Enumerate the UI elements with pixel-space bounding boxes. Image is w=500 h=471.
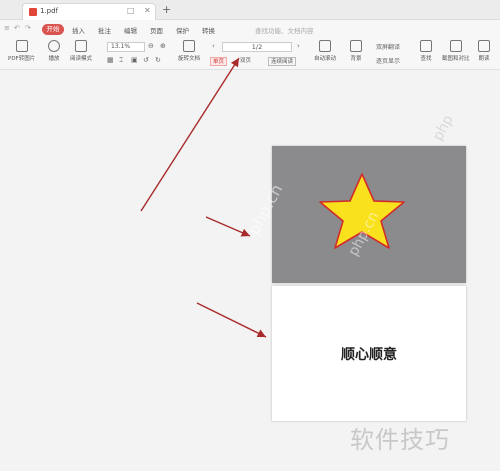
arrow-to-single-page — [140, 57, 240, 212]
arrow-to-page-2 — [196, 302, 267, 338]
annotation-arrows — [140, 57, 267, 338]
arrow-to-page-1 — [205, 216, 251, 237]
brand-watermark: 软件技巧 — [350, 426, 450, 454]
